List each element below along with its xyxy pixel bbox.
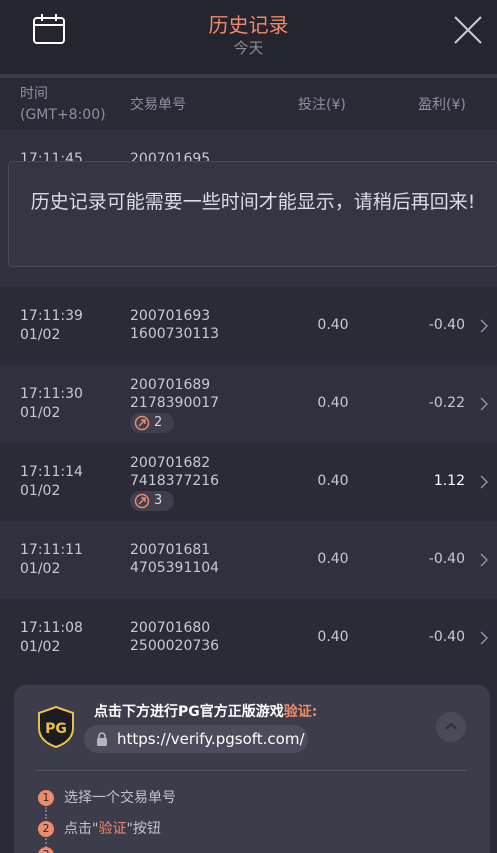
chevron-right-icon <box>480 397 489 411</box>
verify-instruction: 点击下方进行PG官方正版游戏验证: <box>94 704 318 720</box>
pg-logo: PG <box>38 706 74 748</box>
page-title: 历史记录 <box>208 13 289 37</box>
pg-logo-text: PG <box>45 721 67 737</box>
row-time: 17:11:11 01/02 <box>20 542 83 577</box>
free-spin-badge: 2 <box>130 413 174 433</box>
row-order: 200701689 2178390017 <box>130 377 220 411</box>
row-order: 200701680 2500020736 <box>130 620 220 654</box>
free-spin-icon <box>134 415 150 431</box>
table-row[interactable]: 17:11:39 01/02 200701693 1600730113 0.40 -… <box>0 287 497 365</box>
row-win: -0.40 <box>428 551 465 567</box>
verify-panel: PG 点击下方进行PG官方正版游戏验证: https://verify.pgso… <box>14 685 490 853</box>
row-bet: 0.40 <box>317 317 349 333</box>
verify-step-2: 2 点击"验证"按钮 <box>38 818 161 838</box>
row-win: 1.12 <box>433 473 465 489</box>
chevron-right-icon <box>480 553 489 567</box>
free-spin-count: 3 <box>154 493 163 508</box>
close-icon[interactable] <box>452 14 484 46</box>
column-win-label: 盈利(¥) <box>418 97 466 113</box>
verify-url-link[interactable]: https://verify.pgsoft.com/ <box>84 725 308 753</box>
column-time-label: 时间 <box>20 86 48 102</box>
table-row[interactable]: 17:11:14 01/02 200701682 7418377216 3 0.40… <box>0 443 497 521</box>
row-time: 17:11:30 01/02 <box>20 386 83 421</box>
header: 历史记录 今天 <box>0 0 497 74</box>
loading-toast: 历史记录可能需要一些时间才能显示，请稍后再回来! <box>8 161 497 267</box>
column-order-label: 交易单号 <box>130 97 186 113</box>
row-win: -0.40 <box>428 629 465 645</box>
row-time: 17:11:08 01/02 <box>20 620 83 655</box>
row-time: 17:11:14 01/02 <box>20 464 83 499</box>
free-spin-icon <box>134 493 150 509</box>
row-order: 200701682 7418377216 <box>130 455 220 489</box>
chevron-right-icon <box>480 475 489 489</box>
chevron-right-icon <box>480 631 489 645</box>
table-row[interactable]: 17:11:08 01/02 200701680 2500020736 0.40 -… <box>0 599 497 677</box>
verify-step-1: 1 选择一个交易单号 <box>38 787 176 807</box>
column-header: 时间 (GMT+8:00) 交易单号 投注(¥) 盈利(¥) <box>0 78 497 130</box>
row-bet: 0.40 <box>317 551 349 567</box>
free-spin-badge: 3 <box>130 491 174 511</box>
verify-step-3: 3 <box>38 847 64 853</box>
column-timezone-label: (GMT+8:00) <box>20 107 106 123</box>
panel-divider <box>36 770 467 771</box>
table-row[interactable]: 17:11:30 01/02 200701689 2178390017 2 0.40… <box>0 365 497 443</box>
column-bet-label: 投注(¥) <box>298 97 346 113</box>
row-bet: 0.40 <box>317 629 349 645</box>
row-order: 200701693 1600730113 <box>130 308 220 342</box>
collapse-button[interactable] <box>436 712 466 742</box>
lock-icon <box>97 732 107 746</box>
row-bet: 0.40 <box>317 395 349 411</box>
verify-url: https://verify.pgsoft.com/ <box>117 730 305 748</box>
row-win: -0.22 <box>428 395 465 411</box>
free-spin-count: 2 <box>154 415 163 430</box>
row-bet: 0.40 <box>317 473 349 489</box>
table-row[interactable]: 17:11:11 01/02 200701681 4705391104 0.40 -… <box>0 521 497 599</box>
row-win: -0.40 <box>428 317 465 333</box>
chevron-right-icon <box>480 319 489 333</box>
row-time: 17:11:39 01/02 <box>20 308 83 343</box>
row-order: 200701681 4705391104 <box>130 542 220 576</box>
page-subtitle: 今天 <box>233 39 264 57</box>
